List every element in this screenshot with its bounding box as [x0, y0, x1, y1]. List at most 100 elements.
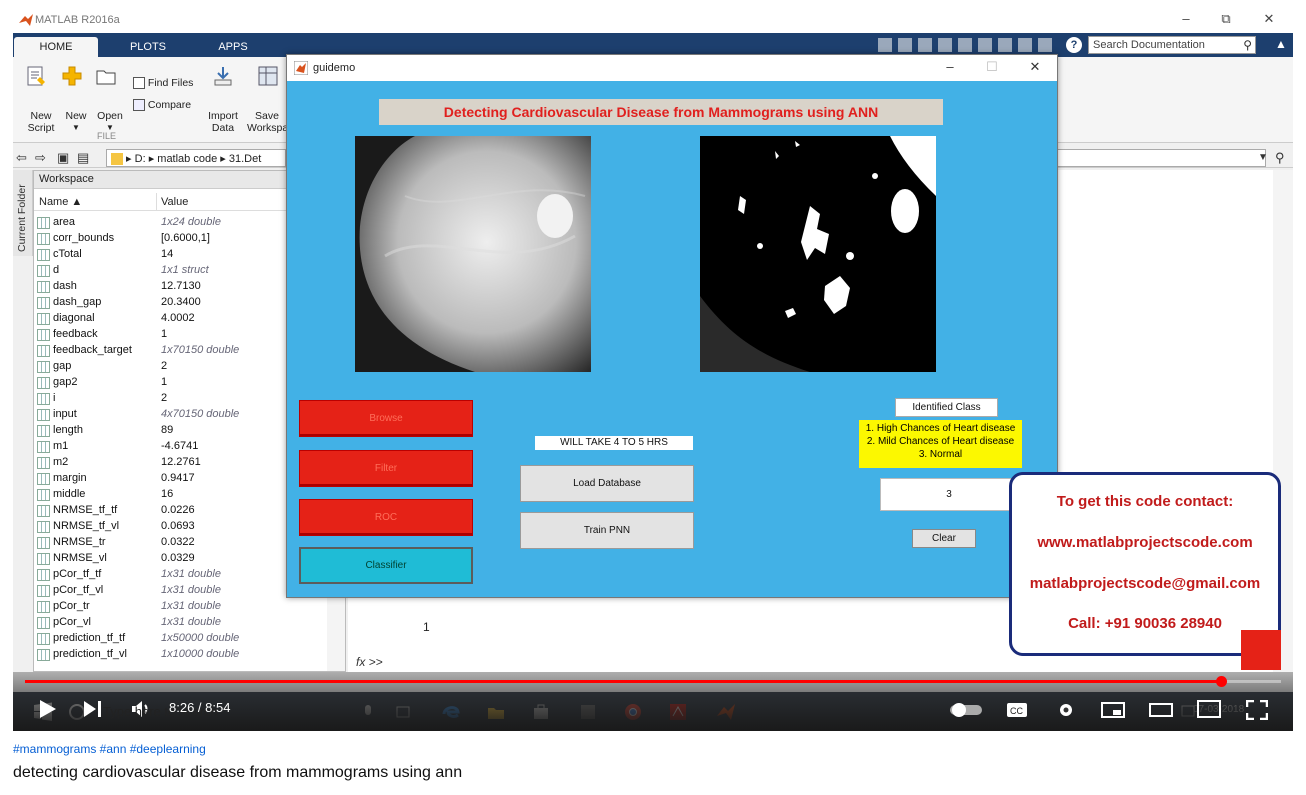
- quick-access-icon[interactable]: [938, 38, 952, 52]
- maximize-icon[interactable]: ☐: [981, 59, 1003, 75]
- restore-icon[interactable]: ⧉: [1216, 11, 1236, 27]
- variable-icon: [37, 617, 50, 629]
- collapse-toolstrip-icon[interactable]: ▲: [1275, 37, 1287, 51]
- variable-value: 2: [161, 360, 168, 372]
- command-prompt[interactable]: fx >>: [356, 655, 383, 669]
- variable-icon: [37, 281, 50, 293]
- cast-icon[interactable]: [1197, 700, 1221, 720]
- workspace-row[interactable]: pCor_tr 1x31 double: [34, 599, 347, 615]
- new-button[interactable]: New ▼: [61, 65, 91, 134]
- play-icon[interactable]: [39, 699, 57, 719]
- import-data-button[interactable]: Import Data: [203, 65, 243, 134]
- variable-value: 12.2761: [161, 456, 201, 468]
- variable-name: NRMSE_vl: [53, 552, 107, 564]
- plus-icon: [62, 66, 82, 86]
- variable-name: NRMSE_tf_vl: [53, 520, 120, 532]
- close-icon[interactable]: ✕: [1259, 11, 1279, 27]
- workspace-row[interactable]: prediction_tf_vl 1x10000 double: [34, 647, 347, 663]
- quick-access-toolbar: [878, 38, 1063, 52]
- progress-scrubber[interactable]: [1215, 676, 1227, 687]
- quick-access-icon[interactable]: [918, 38, 932, 52]
- compare-button[interactable]: Compare: [133, 99, 192, 112]
- variable-name: NRMSE_tr: [53, 536, 106, 548]
- open-button[interactable]: Open ▼: [95, 65, 125, 134]
- variable-icon: [37, 393, 50, 405]
- help-icon[interactable]: ?: [1066, 37, 1082, 53]
- roc-button[interactable]: ROC: [299, 499, 473, 536]
- path-folder[interactable]: 31.Det: [229, 153, 261, 165]
- minimize-icon[interactable]: –: [939, 59, 961, 74]
- forward-arrow-icon[interactable]: ⇨: [35, 150, 46, 166]
- quick-access-icon[interactable]: [878, 38, 892, 52]
- quick-access-icon[interactable]: [1018, 38, 1032, 52]
- progress-played: [25, 680, 1221, 683]
- variable-icon: [37, 361, 50, 373]
- browse-button[interactable]: Browse: [299, 400, 473, 437]
- train-pnn-button[interactable]: Train PNN: [520, 512, 694, 549]
- save-workspace-button[interactable]: Save Workspa: [247, 65, 287, 134]
- column-value[interactable]: Value: [161, 196, 188, 208]
- tab-plots[interactable]: PLOTS: [108, 37, 188, 57]
- tab-apps[interactable]: APPS: [193, 37, 273, 57]
- variable-value: 1x31 double: [161, 584, 221, 596]
- quick-access-icon[interactable]: [898, 38, 912, 52]
- folder-path-field-right[interactable]: [1056, 149, 1266, 167]
- variable-value: 4.0002: [161, 312, 195, 324]
- subtitles-icon[interactable]: CC: [1006, 702, 1028, 718]
- video-frame[interactable]: MATLAB R2016a – ⧉ ✕ HOME PLOTS APPS ? Se…: [13, 8, 1293, 731]
- search-icon[interactable]: ⚲: [1275, 150, 1285, 166]
- chevron-down-icon[interactable]: ▼: [1258, 152, 1268, 163]
- variable-icon: [37, 521, 50, 533]
- classifier-button[interactable]: Classifier: [299, 547, 473, 584]
- autoplay-toggle-icon[interactable]: [949, 702, 983, 718]
- variable-value: 12.7130: [161, 280, 201, 292]
- quick-access-icon[interactable]: [1038, 38, 1052, 52]
- load-database-button[interactable]: Load Database: [520, 465, 694, 502]
- workspace-row[interactable]: pCor_vl 1x31 double: [34, 615, 347, 631]
- minimize-icon[interactable]: –: [1176, 11, 1196, 26]
- workspace-row[interactable]: prediction_tf_tf 1x50000 double: [34, 631, 347, 647]
- variable-name: d: [53, 264, 60, 276]
- browse-folder-icon[interactable]: ▤: [77, 150, 89, 166]
- back-arrow-icon[interactable]: ⇦: [16, 150, 27, 166]
- quick-access-icon[interactable]: [998, 38, 1012, 52]
- tab-home[interactable]: HOME: [14, 37, 98, 57]
- video-hashtags[interactable]: #mammograms #ann #deeplearning: [13, 742, 206, 756]
- theater-mode-icon[interactable]: [1149, 702, 1173, 718]
- class-item: 2. Mild Chances of Heart disease: [866, 436, 1015, 447]
- close-icon[interactable]: ✕: [1024, 59, 1046, 75]
- search-icon[interactable]: ⚲: [1243, 38, 1252, 52]
- find-files-button[interactable]: Find Files: [133, 77, 193, 90]
- new-script-button[interactable]: New Script: [21, 65, 61, 134]
- quick-access-icon[interactable]: [958, 38, 972, 52]
- current-folder-tab[interactable]: Current Folder: [13, 170, 33, 256]
- variable-name: margin: [53, 472, 87, 484]
- column-name[interactable]: Name ▲: [39, 196, 82, 208]
- folder-path-field[interactable]: ▸ D: ▸ matlab code ▸ 31.Det: [106, 149, 286, 167]
- quick-access-icon[interactable]: [978, 38, 992, 52]
- save-workspace-icon: [258, 66, 278, 86]
- settings-gear-icon[interactable]: [1056, 700, 1076, 720]
- mammogram-input-image: [355, 136, 591, 372]
- page: MATLAB R2016a – ⧉ ✕ HOME PLOTS APPS ? Se…: [0, 0, 1306, 795]
- variable-name: NRMSE_tf_tf: [53, 504, 118, 516]
- next-icon[interactable]: [83, 700, 103, 718]
- variable-value: 0.9417: [161, 472, 195, 484]
- contact-overlay: To get this code contact: www.matlabproj…: [1009, 472, 1281, 656]
- variable-icon: [37, 313, 50, 325]
- variable-value: 1x70150 double: [161, 344, 240, 356]
- clear-button[interactable]: Clear: [912, 529, 976, 548]
- filter-button[interactable]: Filter: [299, 450, 473, 487]
- guidemo-title: guidemo: [313, 62, 356, 74]
- variable-name: corr_bounds: [53, 232, 115, 244]
- compare-label: Compare: [147, 99, 192, 111]
- chevron-down-icon: ▼: [72, 123, 80, 132]
- fullscreen-icon[interactable]: [1246, 700, 1268, 720]
- variable-icon: [37, 585, 50, 597]
- path-drive[interactable]: D:: [135, 153, 146, 165]
- up-folder-icon[interactable]: ▣: [57, 150, 69, 166]
- miniplayer-icon[interactable]: [1101, 702, 1125, 718]
- search-documentation-input[interactable]: Search Documentation ⚲: [1088, 36, 1256, 54]
- variable-icon: [37, 457, 50, 469]
- path-folder[interactable]: matlab code: [157, 153, 217, 165]
